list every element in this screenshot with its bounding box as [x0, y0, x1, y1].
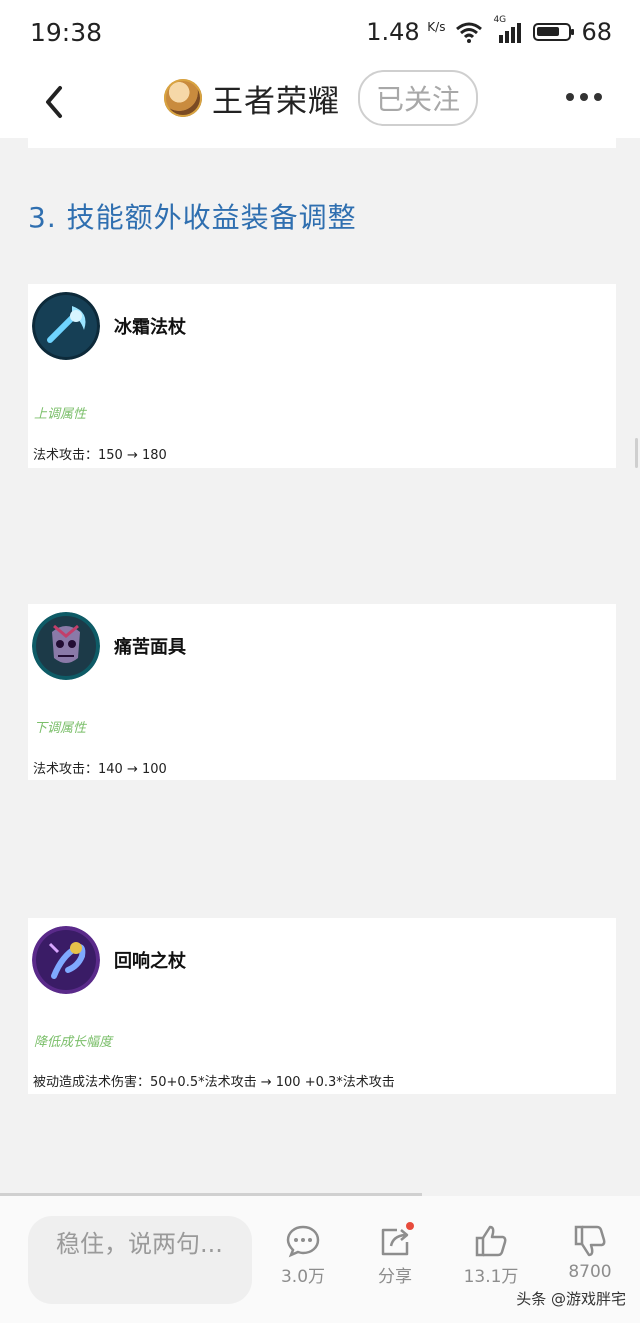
comment-input[interactable]: 稳住，说两句...: [28, 1216, 252, 1304]
item-card: 回响之杖 降低成长幅度 被动造成法术伤害：50+0.5*法术攻击 → 100 +…: [28, 918, 616, 1094]
item-name: 痛苦面具: [114, 637, 186, 658]
dislikes-count: 8700: [568, 1262, 612, 1282]
comments-count: 3.0万: [280, 1267, 326, 1287]
share-button[interactable]: 分享: [360, 1222, 430, 1287]
like-button[interactable]: 13.1万: [456, 1224, 526, 1287]
notification-dot: [406, 1222, 414, 1230]
item-card: 冰霜法杖 上调属性 法术攻击：150 → 180: [28, 284, 616, 468]
status-bar: 19:38 1.48 K/s 4G 68: [0, 0, 640, 66]
stat-change: 法术攻击：150 → 180: [33, 448, 167, 463]
item-card: 痛苦面具 下调属性 法术攻击：140 → 100: [28, 604, 616, 780]
back-arrow-icon[interactable]: [38, 80, 78, 124]
watermark: 头条 @游戏胖宅: [516, 1290, 626, 1308]
speed-unit: K/s: [427, 20, 446, 34]
battery-icon: [533, 23, 575, 41]
echo-staff-icon: [32, 926, 100, 994]
bottom-action-bar: 稳住，说两句... 3.0万 分享 13.1万 8700 头条 @游戏胖宅: [0, 1193, 640, 1323]
status-indicators: 1.48 K/s 4G 68: [366, 15, 612, 46]
frost-staff-icon: [32, 292, 100, 360]
article-content: 3. 技能额外收益装备调整 冰霜法杖 上调属性 法术攻击：150 → 180 痛…: [0, 138, 640, 1196]
read-progress: [0, 1193, 422, 1196]
attribute-label: 降低成长幅度: [34, 1035, 113, 1050]
battery-level: 68: [581, 18, 612, 46]
nav-bar: 王者荣耀 已关注: [0, 66, 640, 138]
thumbs-up-icon: [475, 1225, 507, 1257]
thumbs-down-icon: [574, 1225, 606, 1257]
signal-icon: 4G: [493, 15, 523, 43]
item-header: 痛苦面具: [32, 612, 186, 680]
wifi-icon: [456, 22, 483, 43]
item-name: 冰霜法杖: [114, 317, 186, 338]
attribute-label: 上调属性: [34, 407, 87, 422]
likes-count: 13.1万: [463, 1267, 519, 1287]
stat-change: 被动造成法术伤害：50+0.5*法术攻击 → 100 +0.3*法术攻击: [33, 1075, 395, 1090]
section-title: 3. 技能额外收益装备调整: [28, 201, 357, 234]
status-time: 19:38: [30, 18, 103, 47]
dislike-button[interactable]: 8700: [555, 1224, 625, 1282]
item-name: 回响之杖: [114, 951, 186, 972]
previous-card-edge: [28, 138, 616, 148]
network-speed: 1.48 K/s: [366, 18, 446, 46]
item-header: 回响之杖: [32, 926, 186, 994]
follow-button[interactable]: 已关注: [358, 70, 479, 126]
mask-of-agony-icon: [32, 612, 100, 680]
account-name[interactable]: 王者荣耀: [212, 76, 340, 121]
share-label: 分享: [378, 1267, 412, 1287]
comment-icon: [286, 1225, 320, 1258]
attribute-label: 下调属性: [34, 721, 87, 736]
more-options-icon[interactable]: [566, 86, 608, 102]
account-avatar[interactable]: [164, 79, 202, 117]
scrollbar[interactable]: [635, 438, 638, 468]
comments-button[interactable]: 3.0万: [268, 1224, 338, 1287]
account-header: 王者荣耀 已关注: [164, 70, 479, 126]
item-header: 冰霜法杖: [32, 292, 186, 360]
stat-change: 法术攻击：140 → 100: [33, 762, 167, 777]
